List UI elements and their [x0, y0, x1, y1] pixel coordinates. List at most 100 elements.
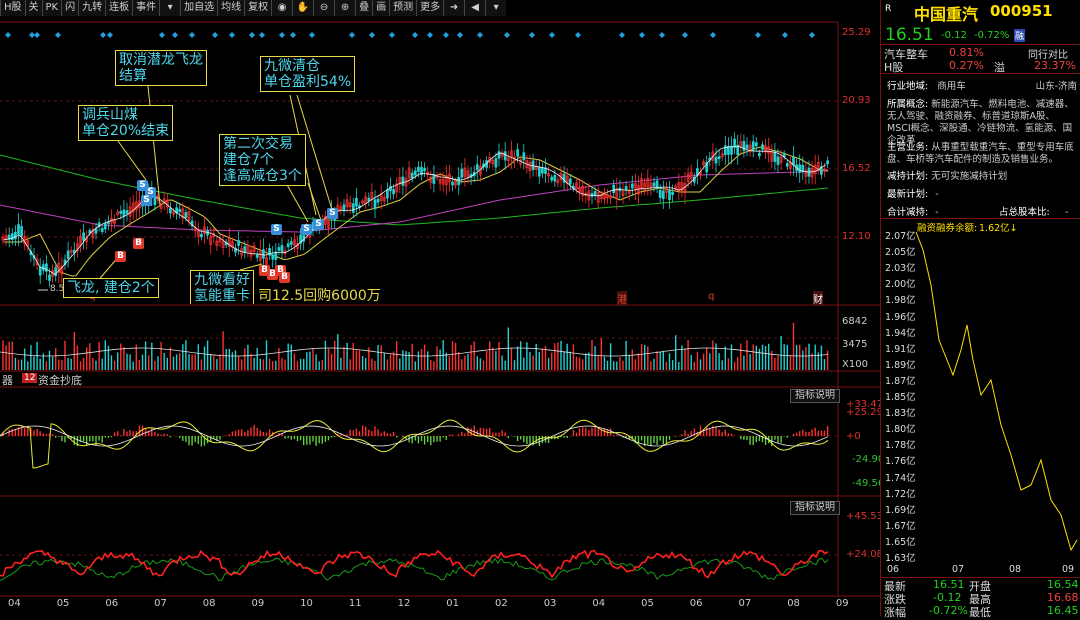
event-diamond [259, 32, 265, 38]
candle-body [522, 152, 526, 161]
event-diamond [427, 32, 433, 38]
margin-y-label: 1.74亿 [885, 472, 916, 484]
indicator-tab[interactable]: 器 [2, 372, 13, 388]
buy-signal-icon[interactable]: B [115, 251, 126, 262]
month-tick: 07 [738, 598, 752, 609]
newplan-label: 最新计划: [887, 189, 929, 200]
margin-y-label: 1.67亿 [885, 520, 916, 532]
margin-y-label: 1.69亿 [885, 504, 916, 516]
event-diamond [189, 32, 195, 38]
candle-body [541, 167, 544, 174]
candle-body [66, 250, 70, 259]
candle-body [423, 167, 426, 172]
event-marker[interactable]: 财 [813, 291, 823, 306]
candle-body [286, 243, 290, 248]
event-marker[interactable]: 港 [617, 291, 627, 306]
margin-y-label: 1.85亿 [885, 392, 916, 403]
candle-body [10, 233, 14, 240]
candle-body [277, 247, 281, 251]
annotation-line: 单仓盈利54% [264, 74, 352, 90]
sell-signal-icon[interactable]: S [313, 219, 324, 230]
candle-body [243, 246, 247, 253]
indicator-help-button[interactable]: 指标说明 [790, 389, 840, 403]
annotation-line: 第二次交易 [223, 136, 293, 152]
price-label: 12.10 [842, 231, 871, 242]
candle-body [776, 156, 780, 165]
margin-y-label: 2.00亿 [885, 279, 916, 291]
candle-body [792, 156, 795, 166]
candle-body [289, 241, 293, 245]
month-tick: 10 [300, 598, 313, 609]
candle-body [280, 245, 284, 252]
reduce-value: 无可实施减持计划 [931, 171, 1008, 182]
event-diamond [172, 32, 178, 38]
r-icon[interactable]: R [885, 4, 891, 14]
sector-pct: 0.81% [949, 46, 984, 59]
candle-body [494, 158, 498, 168]
candle-body [410, 172, 414, 179]
margin-y-label: 1.94亿 [885, 327, 916, 339]
stock-change: -0.12 [941, 30, 967, 41]
indicator-label: +45.53 [846, 511, 884, 522]
event-diamond [107, 32, 113, 38]
candle-body [342, 204, 346, 212]
indicator-tab-number[interactable]: 12 [22, 373, 38, 383]
sell-signal-icon[interactable]: S [271, 224, 282, 235]
event-diamond [710, 32, 716, 38]
event-diamond [755, 32, 761, 38]
event-marker[interactable]: q [708, 291, 714, 302]
margin-y-label: 1.89亿 [885, 359, 916, 371]
event-diamond [290, 32, 296, 38]
industry-row: 行业地域: 商用车 山东-济南 [887, 81, 1077, 93]
event-diamond [782, 32, 788, 38]
candle-body [714, 156, 718, 164]
newplan-row: 最新计划: - [887, 189, 1077, 201]
candle-body [658, 189, 662, 198]
annotation-line: 氢能重卡 [194, 288, 250, 304]
candle-body [413, 170, 417, 176]
quote-low-label: 最低 [969, 606, 991, 619]
candle-body [48, 274, 51, 281]
candle-body [497, 151, 501, 159]
month-tick: 05 [56, 598, 70, 609]
event-diamond [369, 32, 375, 38]
margin-x-label: 06 [887, 564, 900, 575]
month-tick: 02 [495, 598, 508, 609]
business-row: 主营业务: 从事重型载重汽车、重型专用车底盘、车桥等汽车配件的制造及销售业务。 [887, 142, 1077, 166]
candle-body [503, 151, 507, 161]
candle-body [122, 209, 126, 217]
candle-body [742, 141, 746, 151]
indicator-help-button[interactable]: 指标说明 [790, 501, 840, 515]
indicator-line-c [0, 557, 829, 582]
candle-body [271, 254, 275, 260]
margin-y-label: 1.65亿 [885, 536, 916, 548]
candle-body [82, 232, 85, 241]
candle-body [367, 197, 371, 202]
sell-signal-icon[interactable]: S [327, 208, 338, 219]
stock-price: 16.51 [885, 25, 934, 45]
margin-badge: 融 [1014, 29, 1026, 42]
buy-signal-icon[interactable]: B [279, 272, 290, 283]
candle-body [373, 199, 377, 210]
sell-signal-icon[interactable]: S [141, 195, 152, 206]
annotation-box: 取消潜龙飞龙 结算 [115, 50, 207, 86]
candle-body [661, 190, 665, 200]
sell-signal-icon[interactable]: S [301, 224, 312, 235]
annotation-box: 飞龙, 建仓2个 [63, 278, 159, 298]
event-diamond [457, 32, 463, 38]
annotation-box: 调兵山煤 单仓20%结束 [78, 105, 174, 141]
buy-signal-icon[interactable]: B [133, 238, 144, 249]
indicator-tab[interactable]: 资金抄底 [38, 372, 82, 388]
candle-body [457, 176, 461, 185]
candle-body [733, 138, 736, 148]
candle-body [255, 254, 259, 258]
quote-pct-value: -0.72% [929, 604, 968, 617]
margin-y-label: 2.07亿 [885, 231, 916, 242]
event-diamond [575, 32, 581, 38]
margin-y-label: 1.76亿 [885, 456, 916, 468]
indicator-label: +25.29 [846, 407, 884, 418]
annotation-line: 调兵山煤 [82, 107, 138, 123]
candle-body [38, 266, 42, 276]
month-tick: 04 [8, 598, 21, 609]
candle-body [386, 189, 389, 199]
